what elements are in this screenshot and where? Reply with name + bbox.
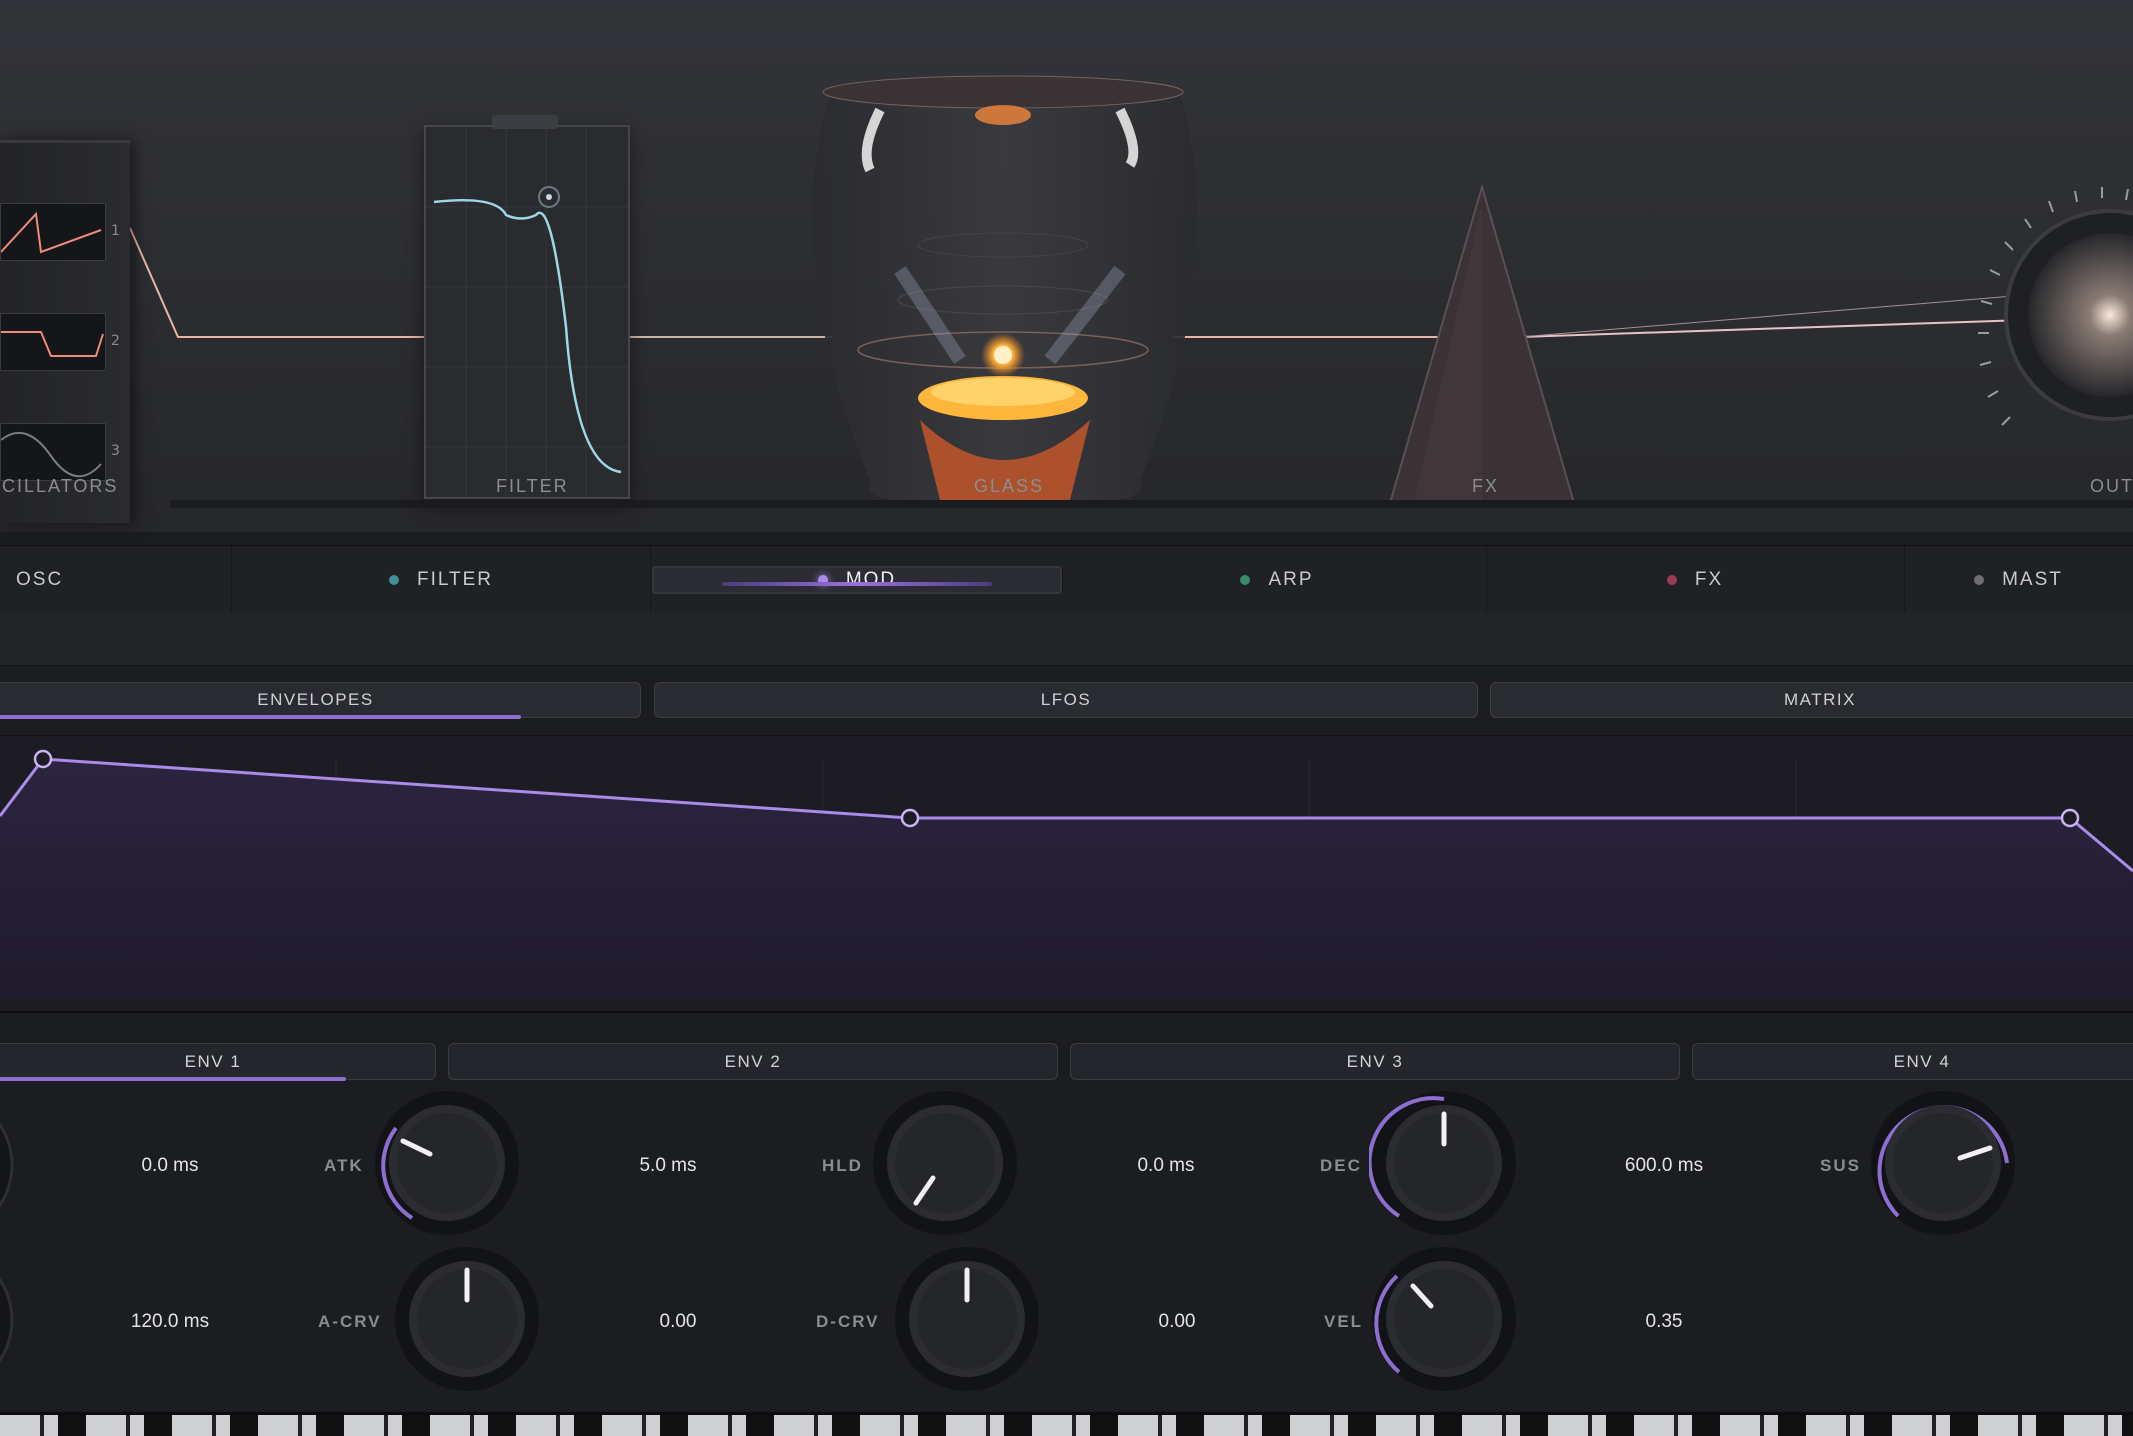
filter-handle[interactable] bbox=[492, 115, 558, 129]
tab-env-1-label: ENV 1 bbox=[184, 1051, 242, 1071]
partial-knob-column[interactable] bbox=[0, 1095, 30, 1395]
sus-label: SUS bbox=[1820, 1156, 1861, 1175]
dec-value: 600.0 ms bbox=[1624, 1155, 1704, 1176]
out-label: OUT bbox=[2090, 476, 2133, 496]
envelope-parameters bbox=[0, 1090, 2133, 1415]
subtab-envelopes-label: ENVELOPES bbox=[257, 690, 374, 709]
osc-3-wave-display[interactable] bbox=[0, 423, 106, 481]
dec-label: DEC bbox=[1320, 1156, 1362, 1175]
fx-label: FX bbox=[1472, 476, 1500, 496]
output-knob[interactable] bbox=[1950, 155, 2133, 455]
atk-knob[interactable] bbox=[372, 1088, 522, 1238]
subtab-matrix-label: MATRIX bbox=[1784, 690, 1856, 709]
tab-env-4[interactable]: ENV 4 bbox=[1692, 1043, 2133, 1080]
tab-mod-label: MOD bbox=[845, 569, 897, 590]
chain-rail bbox=[170, 500, 2133, 508]
envelope-editor[interactable] bbox=[0, 735, 2133, 1013]
release-node[interactable] bbox=[2060, 808, 2080, 828]
atk-label: ATK bbox=[324, 1156, 364, 1175]
a-crv-value: 0.00 bbox=[659, 1311, 697, 1332]
osc-3-number: 3 bbox=[111, 443, 120, 459]
d-crv-value: 0.00 bbox=[1158, 1311, 1196, 1332]
filter-module[interactable] bbox=[424, 115, 630, 499]
tab-env-1[interactable]: ENV 1 bbox=[0, 1043, 436, 1081]
dec-knob[interactable] bbox=[1369, 1088, 1519, 1238]
keyboard-strip[interactable] bbox=[0, 1412, 2133, 1436]
filter-response-graph[interactable] bbox=[426, 127, 628, 497]
filter-label: FILTER bbox=[496, 476, 569, 496]
master-status-dot bbox=[1974, 575, 1985, 585]
fx-prism-module[interactable] bbox=[1384, 185, 1584, 505]
tab-arp[interactable]: ARP bbox=[1068, 546, 1487, 614]
tab-env-3-label: ENV 3 bbox=[1346, 1051, 1404, 1071]
d-crv-label: D-CRV bbox=[816, 1312, 880, 1331]
tab-arp-label: ARP bbox=[1268, 569, 1314, 590]
attack-node[interactable] bbox=[33, 749, 53, 769]
fx-status-dot bbox=[1666, 575, 1677, 585]
oscillators-label: CILLATORS bbox=[2, 476, 119, 496]
hld-knob[interactable] bbox=[870, 1088, 1020, 1238]
osc-2-wave-display[interactable] bbox=[0, 313, 106, 371]
tab-osc-label: OSC bbox=[16, 569, 64, 590]
tab-fx-label: FX bbox=[1694, 569, 1724, 590]
subtab-envelopes-indicator bbox=[0, 715, 521, 719]
filter-status-dot bbox=[388, 575, 399, 585]
hld-label: HLD bbox=[822, 1156, 863, 1175]
tab-env-4-label: ENV 4 bbox=[1893, 1051, 1951, 1071]
subtab-envelopes[interactable]: ENVELOPES bbox=[0, 682, 641, 719]
osc-1-number: 1 bbox=[111, 223, 120, 239]
tab-mod[interactable]: MOD bbox=[652, 566, 1063, 594]
env-start-value: 0.0 ms bbox=[141, 1155, 199, 1176]
tab-env-2[interactable]: ENV 2 bbox=[448, 1043, 1058, 1080]
glass-module[interactable] bbox=[812, 75, 1198, 501]
a-crv-knob[interactable] bbox=[392, 1244, 542, 1394]
atk-value: 5.0 ms bbox=[639, 1155, 697, 1176]
tab-fx[interactable]: FX bbox=[1486, 546, 1905, 614]
arp-status-dot bbox=[1240, 575, 1251, 585]
sus-knob[interactable] bbox=[1868, 1088, 2018, 1238]
decay-node[interactable] bbox=[900, 808, 920, 828]
signal-chain-view: 1 2 3 CILLATORS FILTER GLASS FX OUT bbox=[0, 0, 2133, 532]
osc-1-wave-display[interactable] bbox=[0, 203, 106, 261]
envelope-graph[interactable] bbox=[0, 736, 2133, 1011]
tab-env-1-indicator bbox=[0, 1077, 346, 1081]
subtab-matrix[interactable]: MATRIX bbox=[1490, 682, 2133, 718]
vel-value: 0.35 bbox=[1645, 1311, 1683, 1332]
tab-filter-label: FILTER bbox=[416, 569, 494, 590]
d-crv-knob[interactable] bbox=[892, 1244, 1042, 1394]
vel-label: VEL bbox=[1324, 1312, 1364, 1331]
tab-master[interactable]: MAST bbox=[1904, 546, 2133, 614]
tab-env-2-label: ENV 2 bbox=[724, 1051, 782, 1071]
tab-osc[interactable]: OSC bbox=[0, 546, 232, 614]
hld-value: 0.0 ms bbox=[1137, 1155, 1195, 1176]
tab-mod-active-indicator bbox=[722, 582, 992, 586]
oscillators-module[interactable]: 1 2 3 bbox=[0, 140, 130, 523]
subtab-lfos-label: LFOS bbox=[1040, 690, 1092, 709]
tab-filter[interactable]: FILTER bbox=[232, 546, 651, 614]
vel-knob[interactable] bbox=[1369, 1244, 1519, 1394]
env-release-value: 120.0 ms bbox=[130, 1311, 210, 1332]
osc-2-number: 2 bbox=[111, 333, 120, 349]
signal-path bbox=[129, 75, 2086, 501]
subtab-lfos[interactable]: LFOS bbox=[654, 682, 1478, 718]
a-crv-label: A-CRV bbox=[318, 1312, 382, 1331]
tab-env-3[interactable]: ENV 3 bbox=[1070, 1043, 1680, 1080]
main-tab-bar: OSC FILTER MOD ARP FX MAST bbox=[0, 545, 2133, 615]
tab-master-label: MAST bbox=[2002, 569, 2063, 590]
toolbar-strip bbox=[0, 613, 2133, 666]
glass-label: GLASS bbox=[974, 476, 1045, 496]
